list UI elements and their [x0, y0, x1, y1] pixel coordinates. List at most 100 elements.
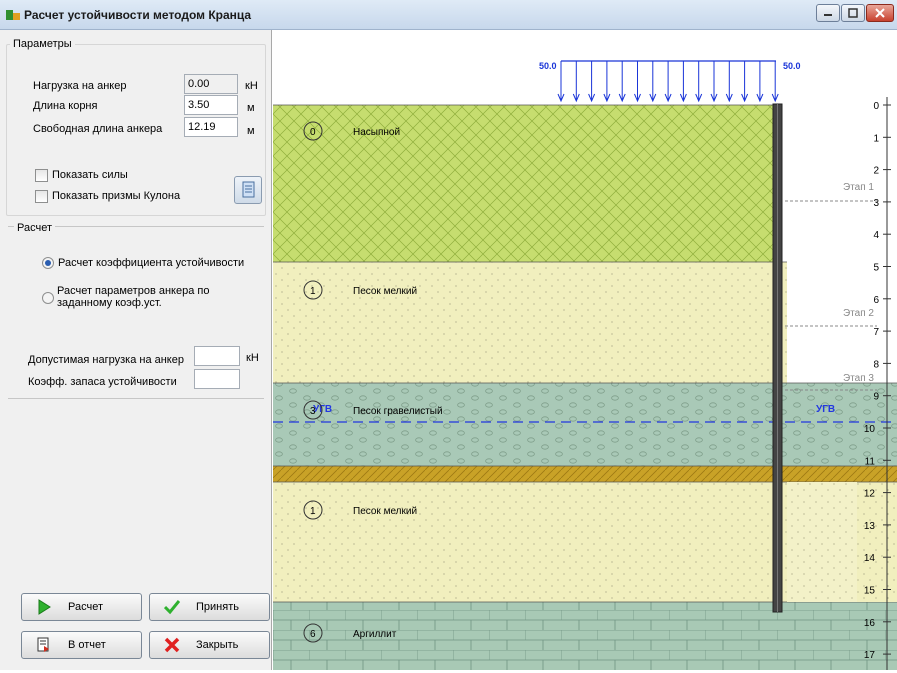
document-icon: [242, 181, 255, 198]
accept-button-label: Принять: [196, 601, 239, 613]
load-arrow: [695, 61, 703, 103]
root-length-label: Длина корня: [33, 100, 98, 112]
depth-tick-label: 9: [873, 392, 879, 403]
load-arrow: [618, 61, 626, 103]
calc-button[interactable]: Расчет: [21, 593, 142, 621]
soil-diagram: УГВ УГВ 50.0 50.0 0 Насыпной 1 Песок мел…: [273, 60, 897, 670]
layer-fill-hatch: [273, 105, 777, 262]
load-arrow: [634, 61, 641, 103]
mode-params-radio[interactable]: [42, 292, 54, 304]
soil-layers: [273, 104, 897, 670]
report-button-label: В отчет: [68, 639, 106, 651]
depth-tick-label: 7: [873, 327, 879, 338]
close-button[interactable]: Закрыть: [149, 631, 270, 659]
checkmark-icon: [164, 600, 180, 615]
anchor-load-label: Нагрузка на анкер: [33, 80, 127, 92]
calc-button-label: Расчет: [68, 601, 103, 613]
mode-coef-label: Расчет коэффициента устойчивости: [58, 257, 245, 269]
stage-label: Этап 2: [843, 308, 874, 319]
free-length-unit: м: [247, 125, 255, 137]
depth-tick-label: 10: [864, 424, 876, 435]
depth-tick-label: 6: [873, 295, 879, 306]
load-value-right: 50.0: [783, 61, 801, 71]
close-window-button[interactable]: [866, 4, 894, 22]
show-forces-label: Показать силы: [52, 169, 128, 181]
depth-tick-label: 2: [873, 166, 879, 177]
show-prisms-label: Показать призмы Кулона: [52, 190, 181, 202]
show-prisms-checkbox[interactable]: [35, 190, 48, 203]
load-arrow: [557, 61, 565, 103]
depth-tick-label: 5: [873, 263, 879, 274]
layer-name: Аргиллит: [353, 629, 397, 640]
depth-tick-label: 8: [873, 359, 879, 370]
depth-tick-label: 4: [873, 230, 879, 241]
safety-factor-field[interactable]: [194, 369, 240, 389]
load-arrow: [725, 61, 733, 103]
load-arrow: [741, 61, 749, 103]
layer-number: 1: [310, 286, 316, 297]
anchor-load-field[interactable]: 0.00: [184, 74, 238, 94]
depth-tick-label: 3: [873, 198, 879, 209]
load-arrow: [588, 61, 596, 103]
stage-label: Этап 1: [843, 182, 874, 193]
excavation-stages: Этап 1 Этап 2 Этап 3: [785, 182, 877, 391]
distributed-load: 50.0 50.0: [539, 60, 801, 103]
close-icon: [875, 8, 885, 18]
depth-tick-label: 15: [864, 586, 876, 597]
mode-params-label: Расчет параметров анкера по заданному ко…: [57, 285, 210, 309]
layer-number: 1: [310, 506, 316, 517]
minimize-button[interactable]: [816, 4, 840, 22]
layer-number: 3: [310, 406, 316, 417]
load-arrows: [557, 61, 779, 103]
root-length-field[interactable]: 3.50: [184, 95, 238, 115]
cross-icon: [164, 637, 180, 653]
title-bar: Расчет устойчивости методом Кранца: [0, 0, 897, 30]
depth-tick-label: 0: [873, 101, 879, 112]
allowed-load-unit: кН: [246, 352, 259, 364]
load-arrow: [771, 61, 779, 103]
report-preview-button[interactable]: [234, 176, 262, 204]
layer-number: 6: [310, 629, 316, 640]
depth-tick-label: 13: [864, 521, 876, 532]
depth-tick-label: 1: [873, 133, 879, 144]
free-length-field[interactable]: 12.19: [184, 117, 238, 137]
report-button[interactable]: В отчет: [21, 631, 142, 659]
left-panel: Параметры Нагрузка на анкер 0.00 кН Длин…: [0, 30, 272, 670]
load-arrow: [710, 61, 718, 103]
allowed-load-field[interactable]: [194, 346, 240, 366]
play-icon: [38, 599, 51, 615]
layer-sand-fine-1-dots: [273, 262, 787, 383]
report-icon: [37, 637, 49, 652]
layer-name: Насыпной: [353, 127, 400, 138]
anchor-load-unit: кН: [245, 80, 258, 92]
water-table-label-left: УГВ: [313, 404, 332, 415]
allowed-load-label: Допустимая нагрузка на анкер: [28, 354, 184, 366]
layer-name: Песок мелкий: [353, 506, 417, 517]
calc-group-title: Расчет: [14, 222, 55, 234]
separator-line: [8, 398, 264, 399]
params-group-title: Параметры: [10, 38, 75, 50]
stage-label: Этап 3: [843, 373, 874, 384]
mode-coef-radio[interactable]: [42, 257, 54, 269]
load-arrow: [664, 61, 672, 103]
depth-tick-label: 14: [864, 553, 876, 564]
accept-button[interactable]: Принять: [149, 593, 270, 621]
minimize-icon: [824, 14, 832, 16]
root-length-unit: м: [247, 102, 255, 114]
app-icon: [6, 10, 20, 20]
show-forces-checkbox[interactable]: [35, 169, 48, 182]
depth-tick-label: 11: [865, 456, 876, 467]
maximize-icon: [848, 8, 858, 18]
load-arrow: [603, 61, 611, 103]
load-arrow: [756, 61, 764, 103]
depth-ruler-strip-dots: [857, 483, 897, 602]
layer-name: Песок мелкий: [353, 286, 417, 297]
layer-number: 0: [310, 127, 316, 138]
layer-name: Песок гравелистый: [353, 406, 443, 417]
load-arrow: [679, 61, 687, 103]
layer-gravel-sand-pattern: [273, 383, 897, 466]
right-sand-fine-zone-dots: [787, 482, 857, 602]
safety-factor-label: Коэфф. запаса устойчивости: [28, 376, 177, 388]
load-value-left: 50.0: [539, 61, 557, 71]
maximize-button[interactable]: [841, 4, 865, 22]
